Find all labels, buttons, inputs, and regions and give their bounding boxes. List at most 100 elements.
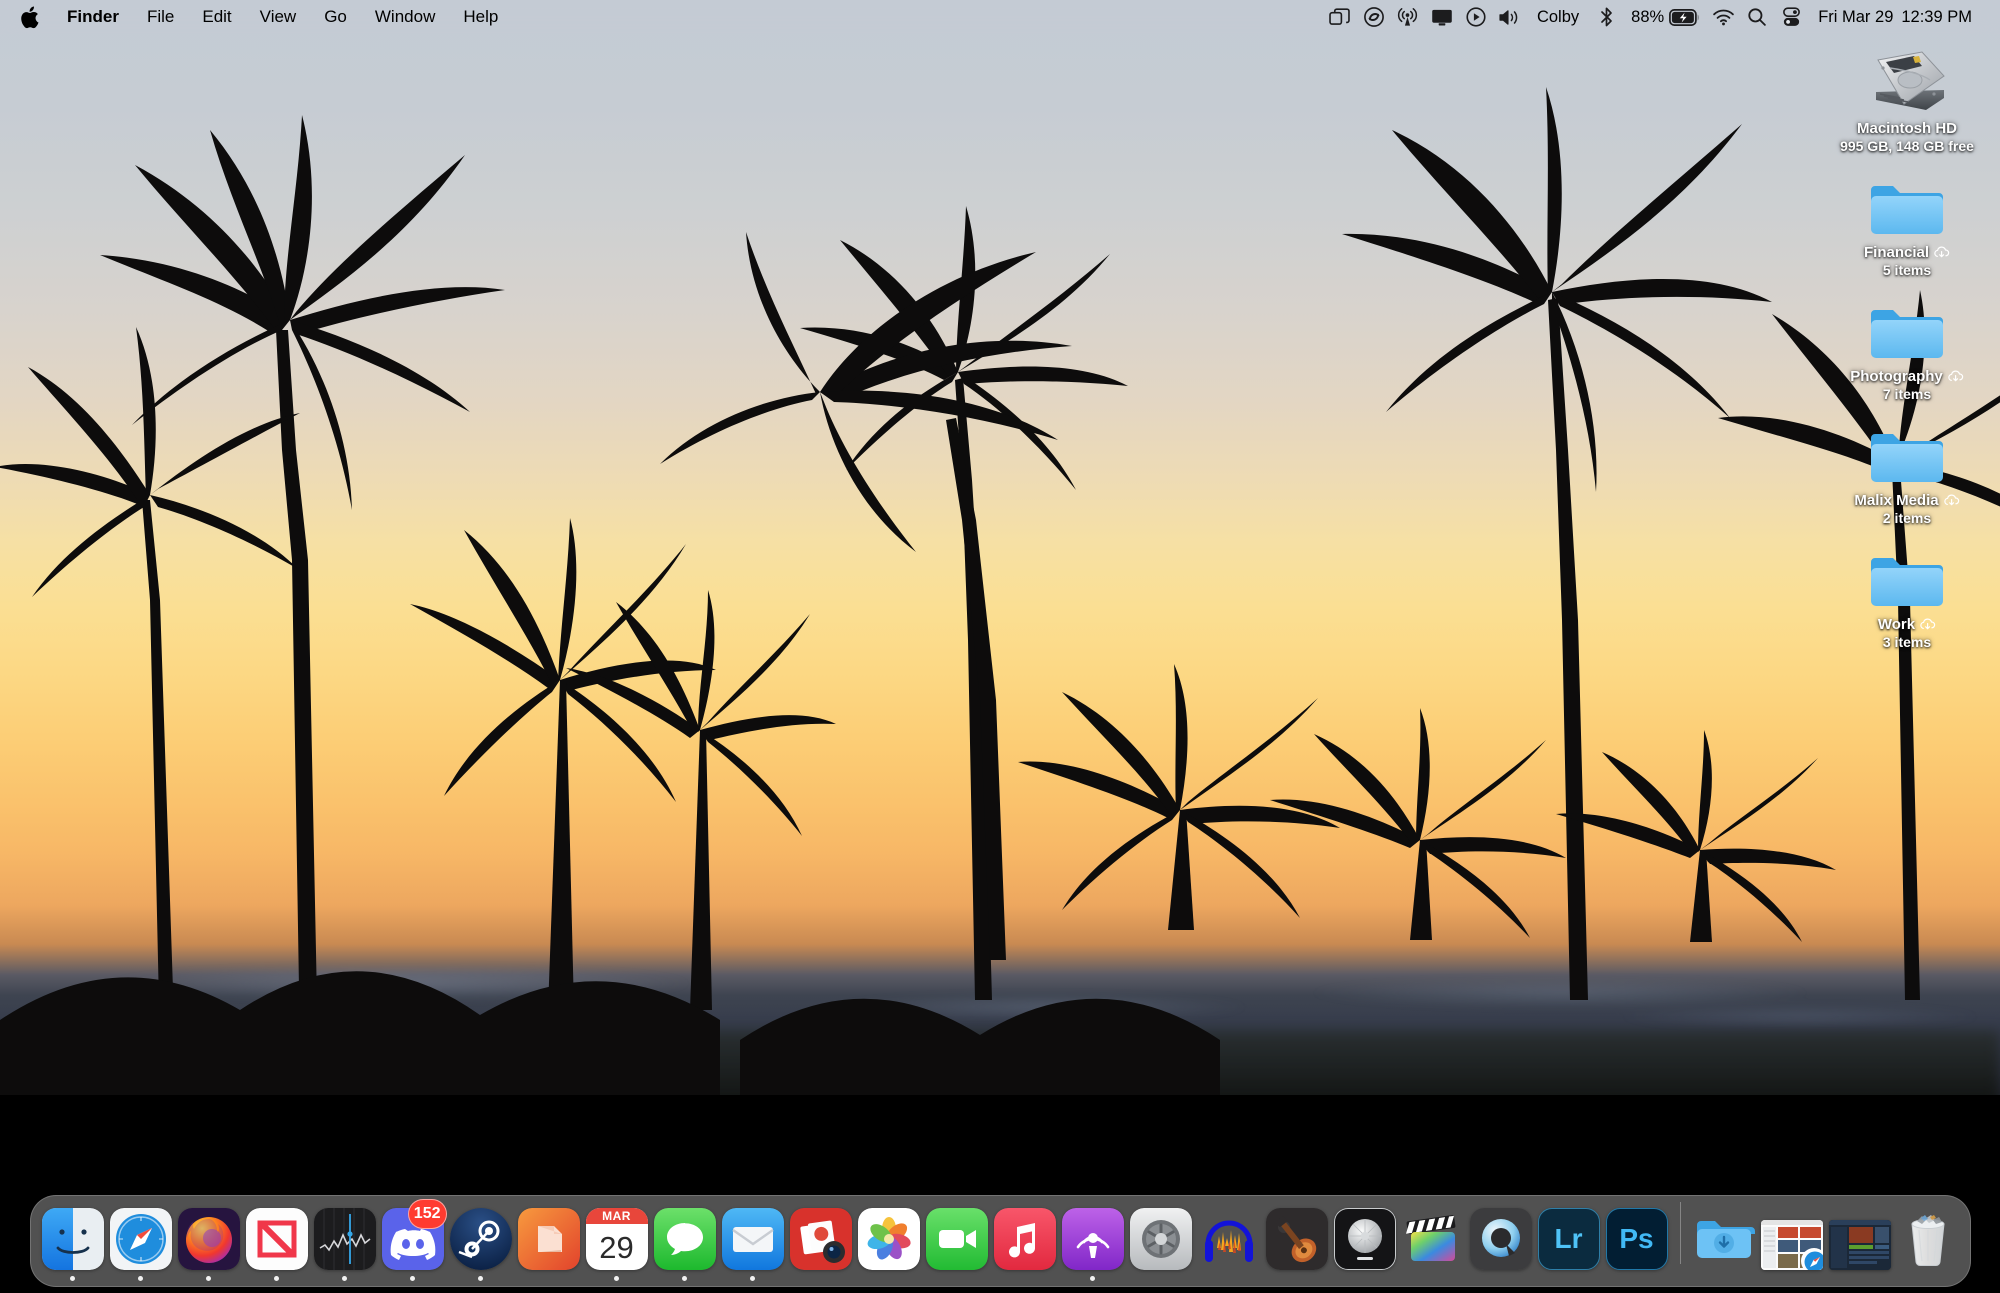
running-indicator bbox=[1294, 1276, 1299, 1281]
dock-item-podcasts[interactable] bbox=[1059, 1202, 1127, 1281]
dock-item-mail[interactable] bbox=[719, 1202, 787, 1281]
facetime-icon bbox=[925, 1208, 988, 1270]
dock-item-logic-pro[interactable] bbox=[1331, 1202, 1399, 1281]
menu-bar-left: Finder File Edit View Go Window Help bbox=[0, 0, 512, 34]
battery-status[interactable]: 88% bbox=[1623, 8, 1706, 27]
photoshop-label: Ps bbox=[1619, 1223, 1654, 1254]
garageband-icon bbox=[1265, 1208, 1328, 1270]
minimized-window-safari bbox=[1760, 1220, 1823, 1270]
running-indicator bbox=[750, 1276, 755, 1281]
desktop-icon-label-row: Macintosh HD bbox=[1857, 120, 1957, 137]
desktop-icon-financial[interactable]: Financial 5 items bbox=[1822, 162, 1992, 278]
icloud-download-icon bbox=[1943, 494, 1960, 507]
display-icon[interactable] bbox=[1425, 0, 1459, 34]
folder-icon bbox=[1862, 534, 1952, 612]
dock-separator bbox=[1679, 1201, 1681, 1264]
dock-item-minimized-steam-window[interactable] bbox=[1826, 1202, 1894, 1281]
apple-logo-icon[interactable] bbox=[14, 0, 53, 34]
dock-item-firefox[interactable] bbox=[175, 1202, 243, 1281]
downloads-folder-icon bbox=[1693, 1208, 1755, 1270]
mail-icon bbox=[721, 1208, 784, 1270]
menubar-date[interactable]: Fri Mar 29 bbox=[1808, 8, 1897, 27]
dock-item-audacity[interactable] bbox=[1195, 1202, 1263, 1281]
dock-item-calendar[interactable]: MAR 29 bbox=[583, 1202, 651, 1281]
dock-item-downloads[interactable] bbox=[1690, 1202, 1758, 1281]
control-center-icon[interactable] bbox=[1774, 0, 1808, 34]
menu-view[interactable]: View bbox=[246, 0, 311, 34]
battery-percent-label: 88% bbox=[1631, 7, 1665, 26]
battery-charging-icon bbox=[1669, 8, 1700, 26]
dock-item-discord[interactable]: 152 bbox=[379, 1199, 447, 1281]
search-icon[interactable] bbox=[1740, 0, 1774, 34]
desktop-screen: Finder File Edit View Go Window Help Col… bbox=[0, 0, 2000, 1293]
desktop-icon-work[interactable]: Work 3 items bbox=[1822, 534, 1992, 650]
steam-icon bbox=[449, 1208, 512, 1270]
running-indicator bbox=[818, 1276, 823, 1281]
calendar-month-label: MAR bbox=[602, 1209, 631, 1223]
quicktime-icon bbox=[1469, 1208, 1532, 1270]
dock-item-finder[interactable] bbox=[39, 1202, 107, 1281]
running-indicator bbox=[1857, 1276, 1862, 1281]
desktop-icon-photography[interactable]: Photography 7 items bbox=[1822, 286, 1992, 402]
dock-item-quicktime[interactable] bbox=[1467, 1202, 1535, 1281]
dock-item-photos[interactable] bbox=[855, 1202, 923, 1281]
volume-icon[interactable] bbox=[1493, 0, 1527, 34]
dock-item-facetime[interactable] bbox=[923, 1202, 991, 1281]
calendar-month-band: MAR bbox=[585, 1208, 648, 1224]
menu-file[interactable]: File bbox=[133, 0, 188, 34]
menu-bar-status-area: Colby 88% Fri Mar 29 12:39 PM bbox=[1323, 0, 2000, 34]
dock-item-system-preferences[interactable] bbox=[1127, 1202, 1195, 1281]
dock-item-notes[interactable] bbox=[515, 1202, 583, 1281]
notes-icon bbox=[517, 1208, 580, 1270]
airplay-broadcast-icon[interactable] bbox=[1391, 0, 1425, 34]
desktop-icon-malix-media[interactable]: Malix Media 2 items bbox=[1822, 410, 1992, 526]
now-playing-icon[interactable] bbox=[1459, 0, 1493, 34]
dock: 152 MAR 29 Lr Ps bbox=[29, 1195, 1971, 1287]
wifi-icon[interactable] bbox=[1706, 0, 1740, 34]
dock-item-final-cut-pro[interactable] bbox=[1399, 1202, 1467, 1281]
dock-item-stocks[interactable] bbox=[311, 1202, 379, 1281]
dock-item-garageband[interactable] bbox=[1263, 1202, 1331, 1281]
bluetooth-icon[interactable] bbox=[1589, 0, 1623, 34]
dock-item-photo-booth[interactable] bbox=[787, 1202, 855, 1281]
running-indicator bbox=[1498, 1276, 1503, 1281]
desktop-icon-name: Photography bbox=[1850, 368, 1943, 385]
dock-item-lightroom[interactable]: Lr bbox=[1535, 1202, 1603, 1281]
folder-icon bbox=[1862, 162, 1952, 240]
running-indicator bbox=[1566, 1276, 1571, 1281]
stocks-icon bbox=[313, 1208, 376, 1270]
menu-bar: Finder File Edit View Go Window Help Col… bbox=[0, 0, 2000, 34]
logic-pro-icon bbox=[1333, 1208, 1396, 1270]
dock-container: 152 MAR 29 Lr Ps bbox=[0, 1195, 2000, 1287]
messages-icon bbox=[653, 1208, 716, 1270]
menu-edit[interactable]: Edit bbox=[188, 0, 245, 34]
discord-badge: 152 bbox=[407, 1199, 447, 1229]
desktop-icon-subtitle: 7 items bbox=[1882, 386, 1932, 402]
photoshop-icon: Ps bbox=[1605, 1208, 1668, 1270]
user-name-label[interactable]: Colby bbox=[1527, 8, 1589, 27]
dock-item-news[interactable] bbox=[243, 1202, 311, 1281]
icloud-download-icon bbox=[1947, 370, 1964, 383]
calendar-icon: MAR 29 bbox=[585, 1208, 648, 1270]
menu-go[interactable]: Go bbox=[310, 0, 361, 34]
desktop-icon-name: Malix Media bbox=[1854, 492, 1939, 509]
dock-item-messages[interactable] bbox=[651, 1202, 719, 1281]
dock-item-trash[interactable] bbox=[1894, 1202, 1962, 1281]
menubar-time[interactable]: 12:39 PM bbox=[1897, 8, 1982, 27]
dock-item-music[interactable] bbox=[991, 1202, 1059, 1281]
dock-item-photoshop[interactable]: Ps bbox=[1603, 1202, 1671, 1281]
dock-item-steam[interactable] bbox=[447, 1202, 515, 1281]
menu-help[interactable]: Help bbox=[449, 0, 512, 34]
running-indicator bbox=[1721, 1276, 1726, 1281]
running-indicator bbox=[1634, 1276, 1639, 1281]
menu-finder[interactable]: Finder bbox=[53, 0, 133, 34]
desktop-icon-macintosh-hd[interactable]: Macintosh HD 995 GB, 148 GB free bbox=[1822, 38, 1992, 154]
icloud-download-icon bbox=[1933, 246, 1950, 259]
stage-manager-icon[interactable] bbox=[1323, 0, 1357, 34]
creative-cloud-icon[interactable] bbox=[1357, 0, 1391, 34]
dock-item-minimized-safari-window[interactable] bbox=[1758, 1202, 1826, 1281]
dock-item-safari[interactable] bbox=[107, 1202, 175, 1281]
menu-window[interactable]: Window bbox=[361, 0, 449, 34]
running-indicator bbox=[614, 1276, 619, 1281]
final-cut-pro-icon bbox=[1402, 1208, 1464, 1270]
